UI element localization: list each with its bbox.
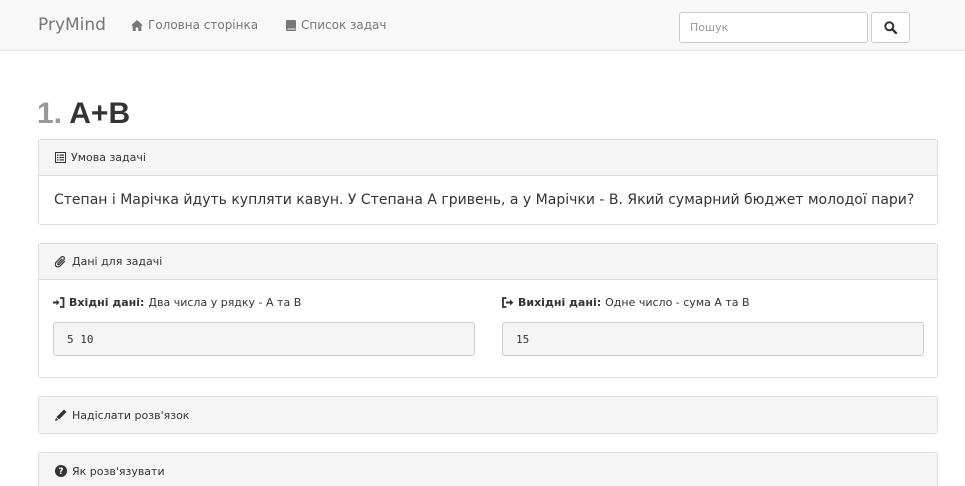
- nav-home-link[interactable]: Головна сторінка: [131, 18, 258, 32]
- page-title: 1. A+B: [37, 94, 130, 134]
- output-example: 15: [502, 322, 924, 356]
- output-label-row: Вихідні дані: Одне число - сума А та В: [502, 296, 924, 309]
- data-panel: Дані для задачі Вхідні дані: Два числа у…: [38, 243, 938, 378]
- paperclip-icon: [55, 255, 66, 268]
- search-input[interactable]: [679, 12, 868, 43]
- condition-text: Степан і Марічка йдуть купляти кавун. У …: [54, 192, 915, 208]
- data-heading-label: Дані для задачі: [72, 255, 163, 268]
- submit-panel[interactable]: Надіслати розв'язок: [38, 396, 938, 434]
- brand-link[interactable]: PryMind: [38, 15, 106, 35]
- output-description: Одне число - сума А та В: [605, 296, 750, 309]
- nav-tasks-label: Список задач: [301, 18, 387, 32]
- input-example: 5 10: [53, 322, 475, 356]
- nav-tasks-link[interactable]: Список задач: [286, 18, 387, 32]
- input-label-row: Вхідні дані: Два числа у рядку - А та В: [53, 296, 475, 309]
- howto-heading-label: Як розв'язувати: [72, 464, 165, 478]
- input-description: Два числа у рядку - А та В: [148, 296, 302, 309]
- svg-text:?: ?: [58, 467, 63, 477]
- condition-panel: Умова задачі Степан і Марічка йдуть купл…: [38, 139, 938, 225]
- problem-title: A+B: [69, 97, 131, 130]
- question-circle-icon: ?: [55, 465, 67, 477]
- home-icon: [131, 19, 143, 31]
- book-icon: [286, 19, 296, 31]
- search-icon: [884, 21, 897, 34]
- output-section: Вихідні дані: Одне число - сума А та В 1…: [502, 296, 924, 356]
- condition-heading: Умова задачі: [39, 140, 937, 176]
- sign-in-icon: [53, 297, 65, 308]
- search-button[interactable]: [871, 12, 910, 43]
- howto-panel[interactable]: ? Як розв'язувати: [38, 452, 938, 486]
- problem-number: 1.: [37, 97, 63, 130]
- howto-heading[interactable]: ? Як розв'язувати: [39, 453, 937, 486]
- condition-heading-label: Умова задачі: [71, 151, 146, 164]
- input-label: Вхідні дані:: [69, 296, 145, 309]
- navbar: PryMind Головна сторінка Список задач: [0, 0, 965, 51]
- nav-home-label: Головна сторінка: [148, 18, 259, 32]
- data-heading: Дані для задачі: [39, 244, 937, 280]
- sign-out-icon: [502, 297, 514, 308]
- output-label: Вихідні дані:: [518, 296, 602, 309]
- input-section: Вхідні дані: Два числа у рядку - А та В …: [53, 296, 475, 356]
- submit-heading-label: Надіслати розв'язок: [72, 408, 190, 422]
- pencil-icon: [55, 409, 67, 421]
- list-icon: [55, 152, 66, 163]
- submit-heading[interactable]: Надіслати розв'язок: [39, 397, 937, 433]
